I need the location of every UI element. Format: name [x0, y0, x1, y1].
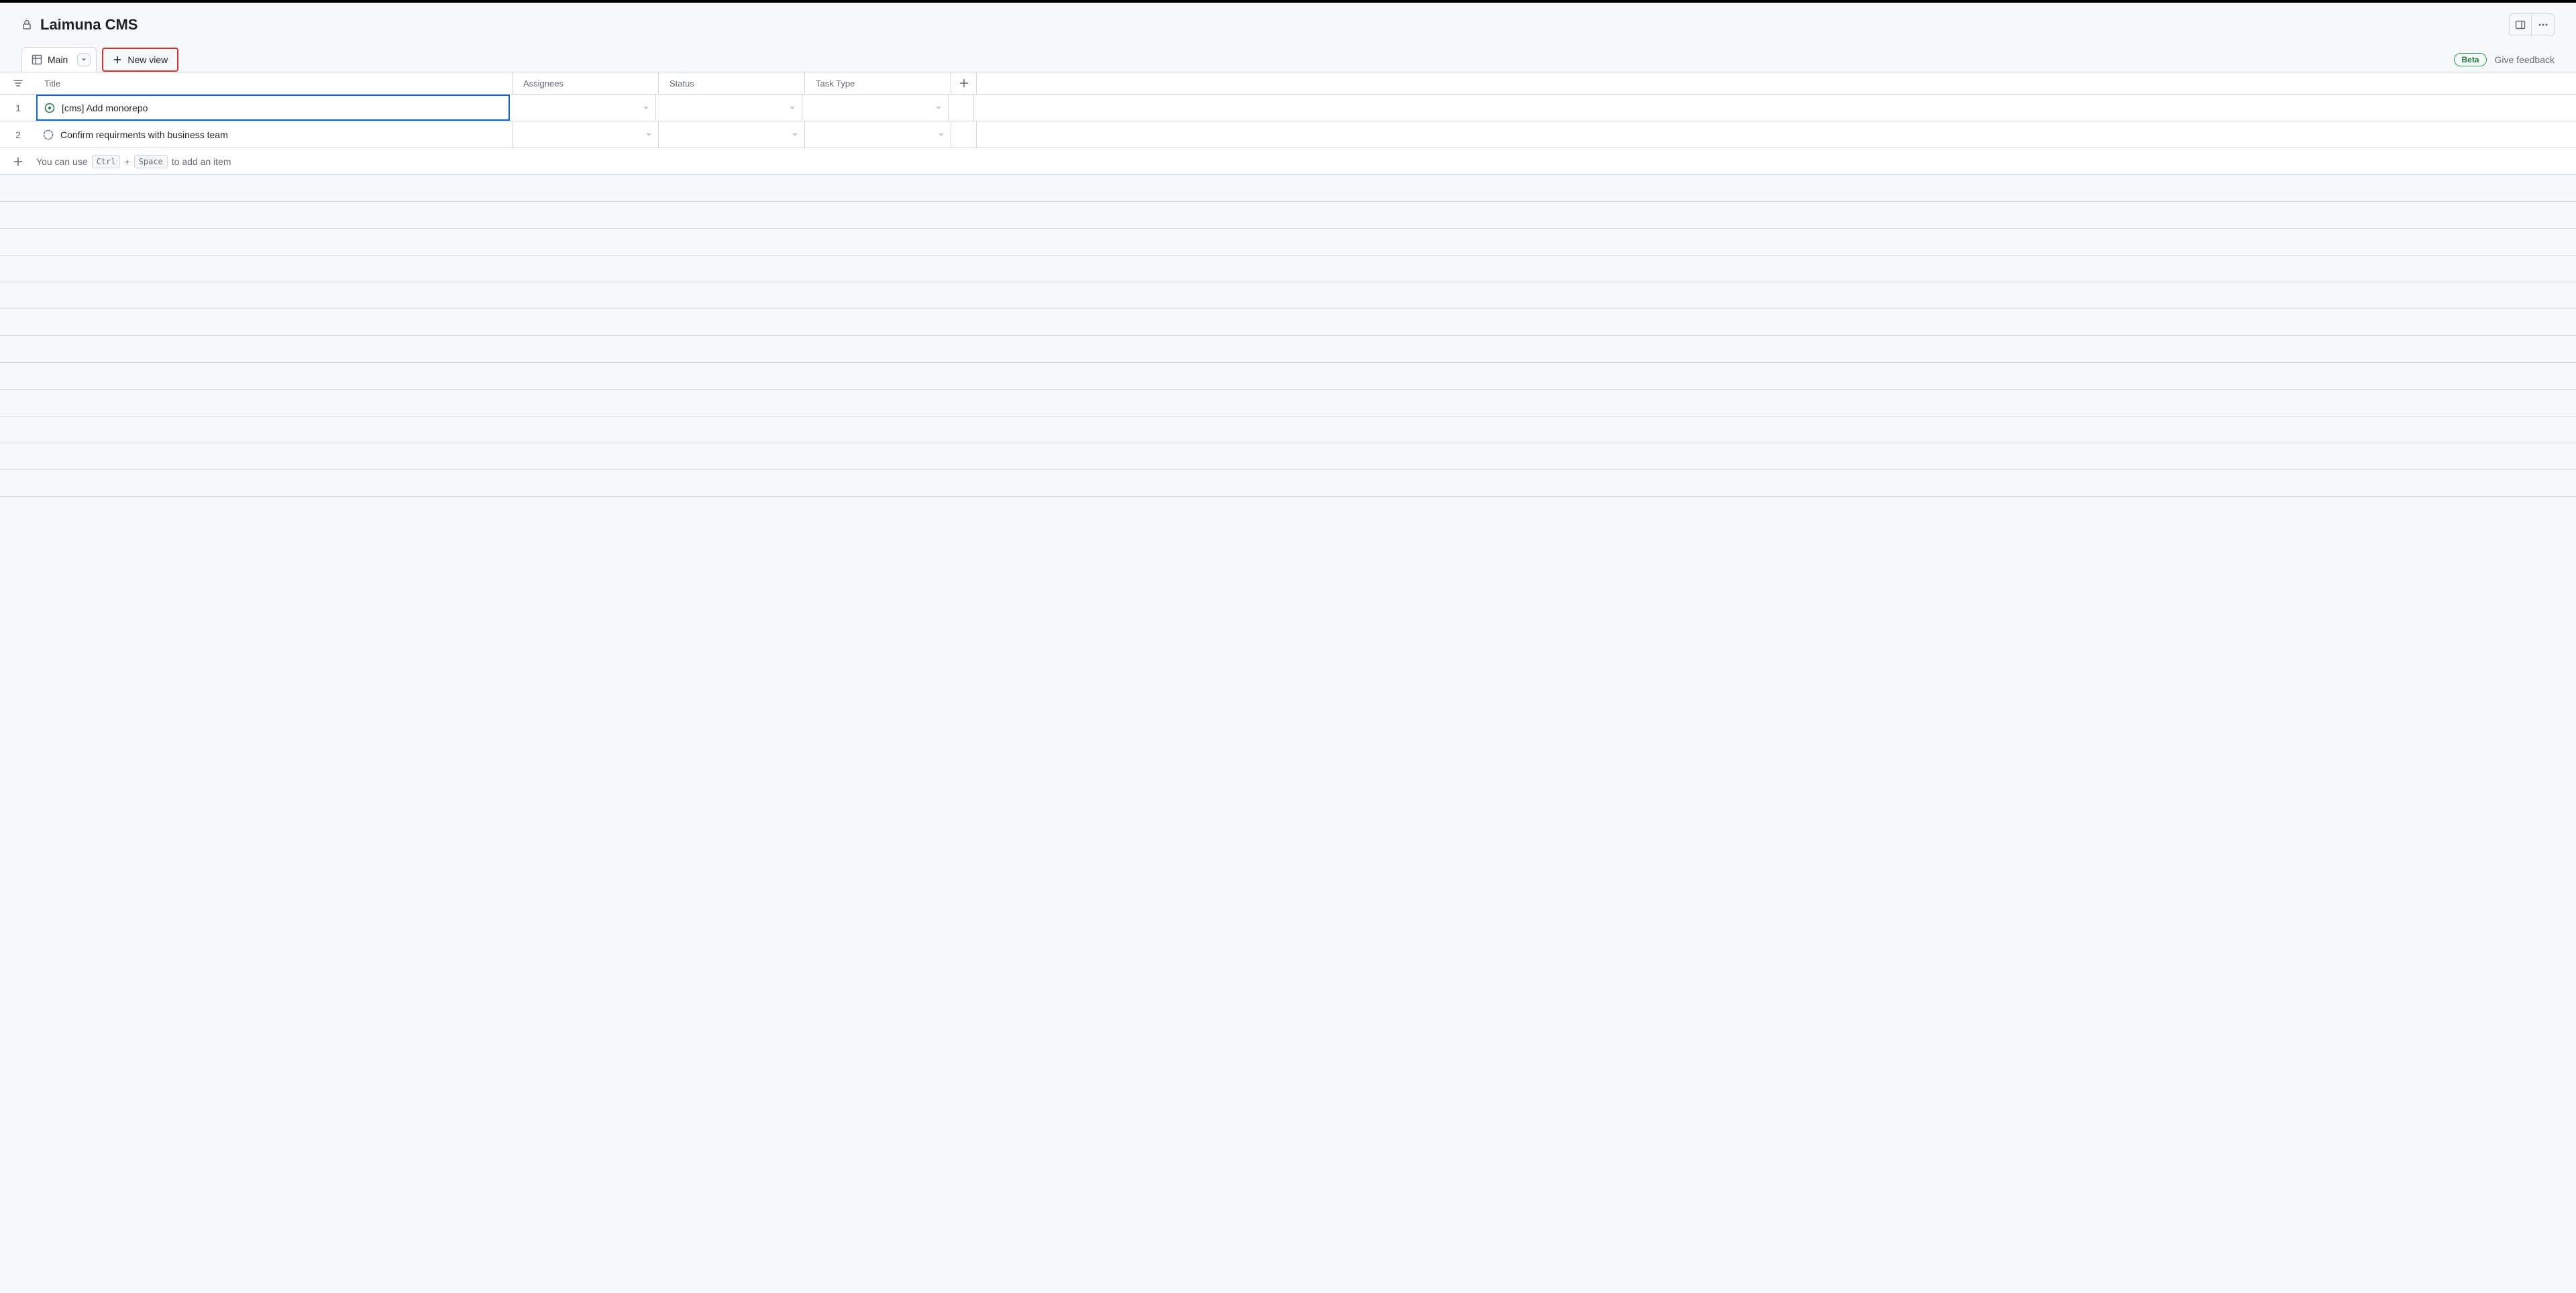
hint-plus: + [124, 156, 129, 167]
table-icon [32, 54, 42, 65]
row-number[interactable]: 1 [0, 95, 36, 121]
table-row: 2 Confirm requirments with business team [0, 121, 2576, 148]
empty-row [0, 416, 2576, 443]
row-number[interactable]: 2 [0, 121, 36, 148]
tab-main-label: Main [48, 54, 68, 65]
panel-toggle-button[interactable] [2509, 13, 2532, 36]
header-right [2509, 13, 2555, 36]
empty-row [0, 256, 2576, 282]
tabs-left: Main New view [21, 47, 178, 72]
empty-row [0, 229, 2576, 256]
cell-assignees[interactable] [510, 95, 656, 121]
chevron-down-icon [792, 133, 798, 136]
chevron-down-icon [646, 133, 651, 136]
empty-row [0, 202, 2576, 229]
empty-row [0, 390, 2576, 416]
empty-row [0, 363, 2576, 390]
chevron-down-icon [643, 107, 649, 109]
cell-tasktype[interactable] [805, 121, 951, 148]
row-title-text: Confirm requirments with business team [60, 129, 228, 140]
empty-row [0, 282, 2576, 309]
empty-row [0, 336, 2576, 363]
empty-row [0, 175, 2576, 202]
chevron-down-icon [790, 107, 795, 109]
header-left: Laimuna CMS [21, 16, 138, 34]
add-column-button[interactable] [951, 72, 977, 94]
cell-spacer [949, 95, 974, 121]
table-row: 1 [cms] Add monorepo [0, 95, 2576, 121]
chevron-down-icon [936, 107, 941, 109]
issue-open-icon [44, 103, 55, 113]
hint-prefix: You can use [36, 156, 88, 167]
project-header: Laimuna CMS [0, 3, 2576, 47]
column-header-title[interactable]: Title [36, 72, 513, 94]
cell-status[interactable] [659, 121, 805, 148]
tabs-right: Beta Give feedback [2454, 53, 2555, 66]
row-title-cell[interactable]: [cms] Add monorepo [36, 95, 510, 121]
tabs-row: Main New view Beta Give feedback [0, 47, 2576, 72]
tab-main[interactable]: Main [21, 47, 97, 72]
project-title[interactable]: Laimuna CMS [40, 16, 138, 34]
empty-row [0, 309, 2576, 336]
cell-spacer [951, 121, 977, 148]
more-menu-button[interactable] [2532, 13, 2555, 36]
beta-badge: Beta [2454, 53, 2486, 66]
add-item-plus-icon [0, 156, 36, 167]
add-item-hint: You can use Ctrl + Space to add an item [36, 155, 231, 168]
feedback-link[interactable]: Give feedback [2495, 54, 2555, 65]
column-header-status[interactable]: Status [659, 72, 805, 94]
hint-suffix: to add an item [172, 156, 231, 167]
row-title-text: [cms] Add monorepo [62, 103, 148, 113]
chevron-down-icon [938, 133, 944, 136]
column-header-tasktype[interactable]: Task Type [805, 72, 951, 94]
add-item-row[interactable]: You can use Ctrl + Space to add an item [0, 148, 2576, 175]
column-header-assignees[interactable]: Assignees [513, 72, 659, 94]
tab-dropdown-button[interactable] [77, 53, 91, 66]
kbd-space: Space [134, 155, 168, 168]
row-title-cell[interactable]: Confirm requirments with business team [36, 121, 513, 148]
new-view-button[interactable]: New view [102, 48, 178, 72]
draft-issue-icon [43, 129, 54, 140]
lock-icon [21, 19, 32, 30]
cell-tasktype[interactable] [802, 95, 949, 121]
kbd-ctrl: Ctrl [92, 155, 121, 168]
filter-button[interactable] [0, 72, 36, 94]
new-view-label: New view [127, 54, 168, 65]
empty-row [0, 470, 2576, 497]
empty-row [0, 443, 2576, 470]
cell-status[interactable] [656, 95, 802, 121]
cell-assignees[interactable] [513, 121, 659, 148]
table-container: Title Assignees Status Task Type 1 [cms]… [0, 72, 2576, 497]
table-header-row: Title Assignees Status Task Type [0, 72, 2576, 95]
